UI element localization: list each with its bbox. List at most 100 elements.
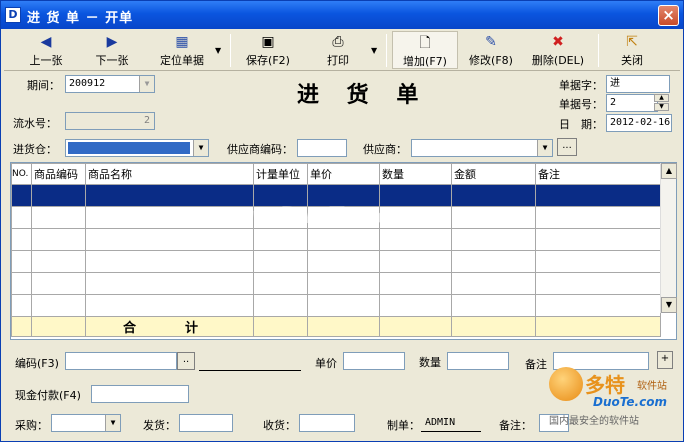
- warehouse-combo[interactable]: ▼: [65, 139, 209, 157]
- spin-up-icon[interactable]: ▲: [654, 94, 669, 102]
- edit-button[interactable]: ✎ 修改(F8): [462, 31, 520, 69]
- qty-field[interactable]: [447, 352, 509, 370]
- doc-no-field[interactable]: 2: [606, 94, 658, 112]
- qty-label: 数量: [419, 356, 441, 369]
- cash-field[interactable]: [91, 385, 189, 403]
- save-label: 保存(F2): [246, 54, 290, 67]
- column-header[interactable]: 单价: [307, 163, 380, 185]
- close-label: 关闭: [621, 54, 643, 67]
- edit-document-icon: ✎: [485, 34, 497, 50]
- scroll-up-icon[interactable]: ▲: [661, 163, 677, 179]
- price-label: 单价: [315, 357, 337, 370]
- floppy-disk-icon: ▣: [261, 34, 275, 50]
- chevron-down-icon[interactable]: ▼: [105, 415, 120, 431]
- serial-label: 流水号：: [13, 117, 57, 130]
- logo-domain: DuoTe.com: [593, 395, 667, 409]
- warehouse-selection: [68, 142, 190, 154]
- spin-down-icon[interactable]: ▼: [654, 103, 669, 111]
- code-field[interactable]: [65, 352, 177, 370]
- printer-icon: ⎙: [332, 34, 344, 50]
- save-button[interactable]: ▣ 保存(F2): [242, 31, 294, 69]
- column-header[interactable]: 金额: [451, 163, 536, 185]
- add-button[interactable]: 🗋 增加(F7): [392, 31, 458, 69]
- close-button[interactable]: ⇱ 关闭: [612, 31, 652, 69]
- serial-field: 2: [65, 112, 155, 130]
- next-label: 下一张: [95, 54, 129, 67]
- prev-label: 上一张: [29, 54, 63, 67]
- table-row[interactable]: [11, 228, 661, 251]
- doc-word-field[interactable]: 进: [606, 75, 670, 93]
- grid-header-row: NO. 商品编码 商品名称 计量单位 单价 数量 金额 备注: [11, 163, 661, 185]
- column-header[interactable]: 商品编码: [31, 163, 86, 185]
- edit-label: 修改(F8): [469, 54, 513, 67]
- title-bar: D 进 货 单 － 开单 ×: [1, 1, 683, 29]
- delete-label: 删除(DEL): [531, 54, 585, 67]
- footer-remark-label: 备注：: [499, 419, 532, 432]
- locate-document-icon: ▦: [175, 34, 189, 50]
- new-document-icon: 🗋: [419, 35, 431, 51]
- remark-label: 备注: [525, 358, 547, 371]
- window-title: 进 货 单 － 开单: [27, 11, 134, 26]
- total-row: 合 计: [11, 316, 661, 337]
- toolbar-separator: [230, 34, 231, 67]
- receive-label: 收货：: [263, 419, 296, 432]
- document-icon: D: [5, 7, 21, 23]
- maker-value: ADMIN: [425, 417, 456, 428]
- column-header[interactable]: 备注: [535, 163, 661, 185]
- print-label: 打印: [327, 54, 349, 67]
- items-grid: NO. 商品编码 商品名称 计量单位 单价 数量 金额 备注 合 计 ▲ ▼: [10, 162, 677, 340]
- print-button[interactable]: ⎙ 打印: [320, 31, 356, 69]
- period-value: 200912: [69, 78, 106, 89]
- document-title: 进 货 单: [297, 82, 429, 108]
- date-label: 日 期：: [559, 118, 603, 131]
- next-button[interactable]: ▶ 下一张: [90, 31, 134, 69]
- toolbar-separator: [386, 34, 387, 67]
- table-row[interactable]: [11, 294, 661, 317]
- column-header[interactable]: NO.: [11, 163, 32, 185]
- items-table: NO. 商品编码 商品名称 计量单位 单价 数量 金额 备注 合 计: [11, 163, 661, 337]
- chevron-down-icon[interactable]: ▼: [193, 140, 208, 156]
- prev-button[interactable]: ◀ 上一张: [24, 31, 68, 69]
- scroll-down-icon[interactable]: ▼: [661, 297, 677, 313]
- supplier-combo[interactable]: ▼: [411, 139, 553, 157]
- print-dropdown-icon[interactable]: ▼: [371, 46, 377, 55]
- price-field[interactable]: [343, 352, 405, 370]
- supplier-code-label: 供应商编码：: [227, 143, 293, 156]
- purchase-order-window: D 进 货 单 － 开单 × ◀ 上一张 ▶ 下一张 ▦ 定位单据 ▼ ▣ 保存…: [0, 0, 684, 442]
- grid-scrollbar[interactable]: ▲ ▼: [660, 163, 677, 313]
- chevron-down-icon[interactable]: ▼: [537, 140, 552, 156]
- logo-ball-icon: [549, 367, 583, 401]
- toolbar: ◀ 上一张 ▶ 下一张 ▦ 定位单据 ▼ ▣ 保存(F2) ⎙ 打印 ▼ 🗋 增…: [4, 31, 680, 71]
- maker-label: 制单：: [387, 419, 420, 432]
- doc-word-label: 单据字：: [559, 79, 603, 92]
- buyer-combo[interactable]: ▼: [51, 414, 121, 432]
- column-header[interactable]: 数量: [379, 163, 452, 185]
- close-window-button[interactable]: ×: [658, 5, 679, 26]
- total-label: 合 计: [85, 316, 254, 337]
- column-header[interactable]: 商品名称: [85, 163, 254, 185]
- receive-field[interactable]: [299, 414, 355, 432]
- locate-dropdown-icon[interactable]: ▼: [215, 46, 221, 55]
- logo-text: 多特: [585, 373, 625, 397]
- table-row[interactable]: [11, 272, 661, 295]
- supplier-label: 供应商：: [363, 143, 407, 156]
- delete-button[interactable]: ✖ 删除(DEL): [526, 31, 590, 69]
- locate-button[interactable]: ▦ 定位单据: [154, 31, 210, 69]
- logo-tagline: 国内最安全的软件站: [549, 416, 639, 427]
- column-header[interactable]: 计量单位: [253, 163, 308, 185]
- date-field[interactable]: 2012-02-16: [606, 114, 672, 132]
- exit-door-icon: ⇱: [626, 34, 638, 50]
- maker-underline: [421, 431, 481, 432]
- chevron-down-icon[interactable]: ▼: [139, 76, 154, 92]
- watermark: www.DuoTe.com: [211, 204, 415, 229]
- period-combo[interactable]: 200912 ▼: [65, 75, 155, 93]
- ship-field[interactable]: [179, 414, 233, 432]
- supplier-code-field[interactable]: [297, 139, 347, 157]
- ship-label: 发货：: [143, 419, 176, 432]
- table-row[interactable]: [11, 250, 661, 273]
- arrow-left-icon: ◀: [40, 34, 52, 50]
- code-browse-button[interactable]: ..: [177, 352, 195, 370]
- toolbar-separator: [598, 34, 599, 67]
- warehouse-label: 进货仓：: [13, 143, 57, 156]
- supplier-browse-button[interactable]: ...: [557, 138, 577, 156]
